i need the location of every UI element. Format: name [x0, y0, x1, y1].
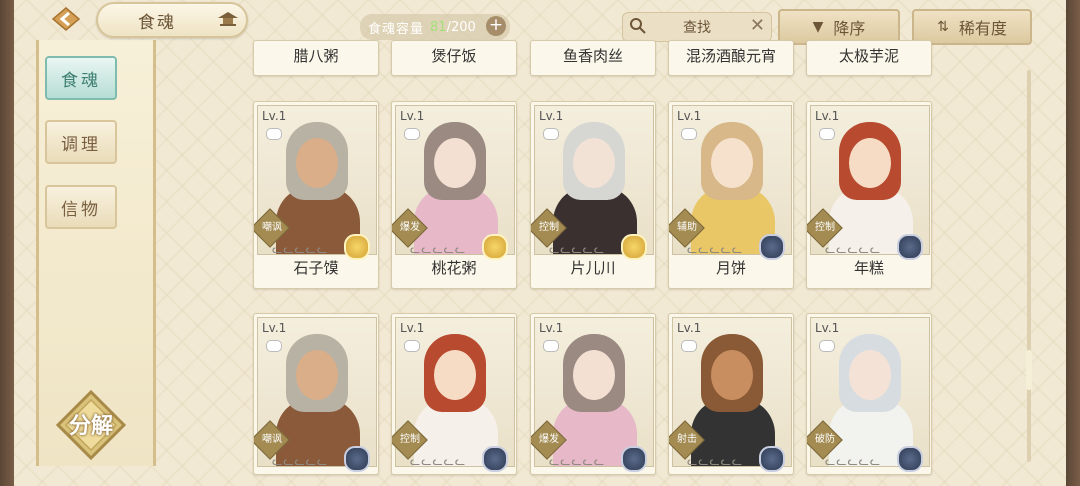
role-label: 控制 [400, 434, 420, 445]
card-name: 腊八粥 [293, 47, 339, 65]
card-name: 太极芋泥 [838, 47, 899, 65]
card-name: 月饼 [715, 259, 746, 277]
medal-icon [482, 446, 508, 472]
minus-badge-icon [543, 340, 559, 352]
card-name: 片儿川 [570, 259, 616, 277]
character-portrait: Lv.1 控制 ᓚᓚᓚᓚᓚ [392, 317, 515, 472]
character-portrait: Lv.1 控制 ᓚᓚᓚᓚᓚ [531, 105, 654, 260]
level-label: Lv.1 [539, 321, 564, 335]
minus-badge-icon [543, 128, 559, 140]
level-label: Lv.1 [815, 321, 840, 335]
character-portrait: Lv.1 破防 ᓚᓚᓚᓚᓚ [807, 317, 930, 472]
role-label: 破防 [815, 434, 835, 445]
role-label: 爆发 [400, 222, 420, 233]
game-screen: 食魂 调理 信物 分解 食魂 食魂容量 81 / 200 + 查找 ✕ ▼ 降序… [0, 0, 1080, 486]
character-portrait: Lv.1 嘲讽 ᓚᓚᓚᓚᓚ [254, 317, 377, 472]
star-rating: ᓚᓚᓚᓚᓚ [549, 242, 606, 256]
level-label: Lv.1 [677, 109, 702, 123]
star-rating: ᓚᓚᓚᓚᓚ [687, 242, 744, 256]
medal-icon [344, 446, 370, 472]
character-portrait: Lv.1 辅助 ᓚᓚᓚᓚᓚ [669, 105, 792, 260]
food-soul-card-partial[interactable]: 腊八粥 [253, 40, 379, 76]
character-face [849, 350, 891, 400]
star-rating: ᓚᓚᓚᓚᓚ [825, 242, 882, 256]
role-label: 嘲讽 [262, 434, 282, 445]
food-soul-card[interactable]: Lv.1 嘲讽 ᓚᓚᓚᓚᓚ [253, 313, 379, 475]
star-rating: ᓚᓚᓚᓚᓚ [410, 242, 467, 256]
role-label: 射击 [677, 434, 697, 445]
minus-badge-icon [819, 340, 835, 352]
minus-badge-icon [404, 128, 420, 140]
character-face [711, 350, 753, 400]
character-face [296, 138, 338, 188]
food-soul-card[interactable]: Lv.1 辅助 ᓚᓚᓚᓚᓚ 月饼 [668, 101, 794, 289]
character-portrait: Lv.1 爆发 ᓚᓚᓚᓚᓚ [531, 317, 654, 472]
role-label: 控制 [539, 222, 559, 233]
role-label: 控制 [815, 222, 835, 233]
character-face [296, 350, 338, 400]
minus-badge-icon [404, 340, 420, 352]
character-portrait: Lv.1 爆发 ᓚᓚᓚᓚᓚ [392, 105, 515, 260]
medal-icon [759, 446, 785, 472]
minus-badge-icon [266, 128, 282, 140]
level-label: Lv.1 [400, 321, 425, 335]
character-face [434, 350, 476, 400]
character-face [573, 350, 615, 400]
character-face [711, 138, 753, 188]
minus-badge-icon [819, 128, 835, 140]
card-name: 鱼香肉丝 [562, 47, 623, 65]
character-portrait: Lv.1 控制 ᓚᓚᓚᓚᓚ [807, 105, 930, 260]
scrollbar-thumb[interactable] [1026, 350, 1032, 390]
role-label: 辅助 [677, 222, 697, 233]
card-name: 石子馍 [293, 259, 339, 277]
card-name: 煲仔饭 [431, 47, 477, 65]
food-soul-card[interactable]: Lv.1 射击 ᓚᓚᓚᓚᓚ [668, 313, 794, 475]
minus-badge-icon [681, 340, 697, 352]
minus-badge-icon [266, 340, 282, 352]
food-soul-card-partial[interactable]: 煲仔饭 [391, 40, 517, 76]
card-name: 混汤酒酿元宵 [685, 47, 776, 65]
character-portrait: Lv.1 射击 ᓚᓚᓚᓚᓚ [669, 317, 792, 472]
character-face [573, 138, 615, 188]
scrollbar-track[interactable] [1027, 70, 1031, 462]
food-soul-card[interactable]: Lv.1 控制 ᓚᓚᓚᓚᓚ [391, 313, 517, 475]
star-rating: ᓚᓚᓚᓚᓚ [410, 454, 467, 468]
level-label: Lv.1 [815, 109, 840, 123]
level-label: Lv.1 [400, 109, 425, 123]
level-label: Lv.1 [539, 109, 564, 123]
star-rating: ᓚᓚᓚᓚᓚ [825, 454, 882, 468]
level-label: Lv.1 [262, 109, 287, 123]
character-portrait: Lv.1 嘲讽 ᓚᓚᓚᓚᓚ [254, 105, 377, 260]
medal-icon [621, 446, 647, 472]
star-rating: ᓚᓚᓚᓚᓚ [272, 454, 329, 468]
food-soul-card-partial[interactable]: 太极芋泥 [806, 40, 932, 76]
card-name: 年糕 [853, 259, 884, 277]
food-soul-card[interactable]: Lv.1 控制 ᓚᓚᓚᓚᓚ 年糕 [806, 101, 932, 289]
food-soul-card[interactable]: Lv.1 破防 ᓚᓚᓚᓚᓚ [806, 313, 932, 475]
food-soul-card[interactable]: Lv.1 爆发 ᓚᓚᓚᓚᓚ [530, 313, 656, 475]
food-soul-card[interactable]: Lv.1 控制 ᓚᓚᓚᓚᓚ 片儿川 [530, 101, 656, 289]
role-label: 嘲讽 [262, 222, 282, 233]
card-name: 桃花粥 [431, 259, 477, 277]
level-label: Lv.1 [262, 321, 287, 335]
food-soul-card-partial[interactable]: 鱼香肉丝 [530, 40, 656, 76]
star-rating: ᓚᓚᓚᓚᓚ [272, 242, 329, 256]
food-soul-card[interactable]: Lv.1 嘲讽 ᓚᓚᓚᓚᓚ 石子馍 [253, 101, 379, 289]
character-face [434, 138, 476, 188]
minus-badge-icon [681, 128, 697, 140]
medal-icon [897, 446, 923, 472]
role-label: 爆发 [539, 434, 559, 445]
star-rating: ᓚᓚᓚᓚᓚ [549, 454, 606, 468]
level-label: Lv.1 [677, 321, 702, 335]
star-rating: ᓚᓚᓚᓚᓚ [687, 454, 744, 468]
character-face [849, 138, 891, 188]
card-grid: 腊八粥 煲仔饭 鱼香肉丝 混汤酒酿元宵 太极芋泥 Lv.1 嘲讽 ᓚᓚᓚᓚᓚ 石子馍 Lv.1 爆发… [0, 0, 1080, 486]
food-soul-card[interactable]: Lv.1 爆发 ᓚᓚᓚᓚᓚ 桃花粥 [391, 101, 517, 289]
food-soul-card-partial[interactable]: 混汤酒酿元宵 [668, 40, 794, 76]
